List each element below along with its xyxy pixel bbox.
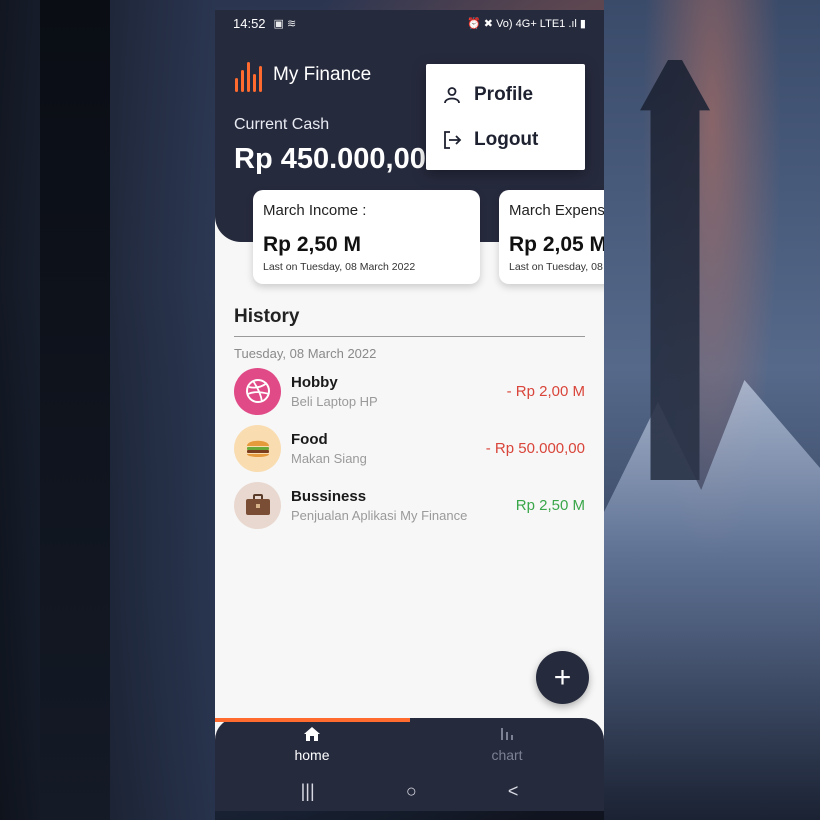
transaction-text: Bussiness Penjualan Aplikasi My Finance (291, 488, 467, 523)
transaction-amount: - Rp 50.000,00 (485, 439, 585, 457)
history-divider (234, 336, 585, 337)
app-brand: My Finance (235, 58, 371, 92)
income-card-label: March Income : (263, 202, 367, 219)
wallpaper-tower (640, 60, 710, 480)
history-date: Tuesday, 08 March 2022 (234, 346, 377, 361)
home-icon (215, 726, 409, 746)
transaction-row[interactable]: Food Makan Siang - Rp 50.000,00 (234, 424, 585, 472)
transaction-text: Hobby Beli Laptop HP (291, 374, 378, 409)
transaction-desc: Beli Laptop HP (291, 393, 378, 409)
income-card[interactable]: March Income : Rp 2,50 M Last on Tuesday… (253, 190, 480, 284)
recent-apps-button[interactable]: ||| (301, 781, 315, 802)
nav-active-indicator (215, 718, 410, 722)
menu-item-profile-label: Profile (474, 83, 534, 105)
expense-card-amount: Rp 2,05 M (509, 233, 604, 256)
transaction-desc: Makan Siang (291, 450, 367, 466)
overflow-menu: Profile Logout (426, 64, 585, 170)
status-left-icons: ▣ ≋ (273, 17, 297, 30)
system-home-button[interactable]: ○ (406, 781, 417, 802)
logout-icon (442, 130, 462, 150)
system-back-button[interactable]: < (508, 781, 519, 802)
dribbble-icon (234, 367, 281, 415)
transaction-name: Hobby (291, 373, 338, 391)
nav-tab-home[interactable]: home (215, 726, 409, 763)
transaction-amount: - Rp 2,00 M (506, 382, 585, 400)
transaction-name: Bussiness (291, 487, 367, 505)
status-right-icons: ⏰ ✖ Vo) 4G+ LTE1 .ıl ▮ (467, 17, 586, 30)
current-cash-label: Current Cash (234, 116, 330, 133)
transaction-text: Food Makan Siang (291, 431, 367, 466)
finance-logo-icon (235, 58, 263, 92)
burger-icon (234, 424, 281, 472)
transaction-desc: Penjualan Aplikasi My Finance (291, 507, 468, 523)
transaction-amount: Rp 2,50 M (515, 496, 585, 514)
expense-card-label: March Expense : (509, 202, 604, 219)
nav-home-label: home (294, 747, 330, 763)
chart-icon (410, 726, 604, 746)
income-card-amount: Rp 2,50 M (263, 233, 362, 256)
nav-tab-chart[interactable]: chart (410, 726, 604, 763)
menu-item-logout[interactable]: Logout (426, 117, 585, 162)
nav-chart-label: chart (491, 747, 523, 763)
phone-screen: 14:52 ▣ ≋ ⏰ ✖ Vo) 4G+ LTE1 .ıl ▮ My Fina… (215, 10, 604, 811)
transaction-name: Food (291, 430, 328, 448)
status-bar: 14:52 ▣ ≋ ⏰ ✖ Vo) 4G+ LTE1 .ıl ▮ (215, 10, 604, 36)
transaction-row[interactable]: Hobby Beli Laptop HP - Rp 2,00 M (234, 367, 585, 415)
add-transaction-button[interactable]: + (536, 651, 589, 704)
income-card-note: Last on Tuesday, 08 March 2022 (263, 261, 416, 273)
wallpaper-pillar (40, 0, 110, 820)
bottom-navigation: home chart ||| ○ < (215, 718, 604, 811)
system-navigation-bar: ||| ○ < (215, 776, 604, 806)
history-title: History (234, 306, 300, 327)
person-icon (442, 85, 462, 105)
current-cash-value: Rp 450.000,00 (234, 143, 426, 175)
menu-item-profile[interactable]: Profile (426, 72, 585, 117)
expense-card-note: Last on Tuesday, 08 March 2022 (509, 261, 604, 273)
status-time: 14:52 (233, 15, 266, 31)
briefcase-icon (234, 481, 281, 529)
transaction-row[interactable]: Bussiness Penjualan Aplikasi My Finance … (234, 481, 585, 529)
app-title: My Finance (273, 64, 372, 85)
menu-item-logout-label: Logout (474, 128, 539, 150)
expense-card[interactable]: March Expense : Rp 2,05 M Last on Tuesda… (499, 190, 604, 284)
